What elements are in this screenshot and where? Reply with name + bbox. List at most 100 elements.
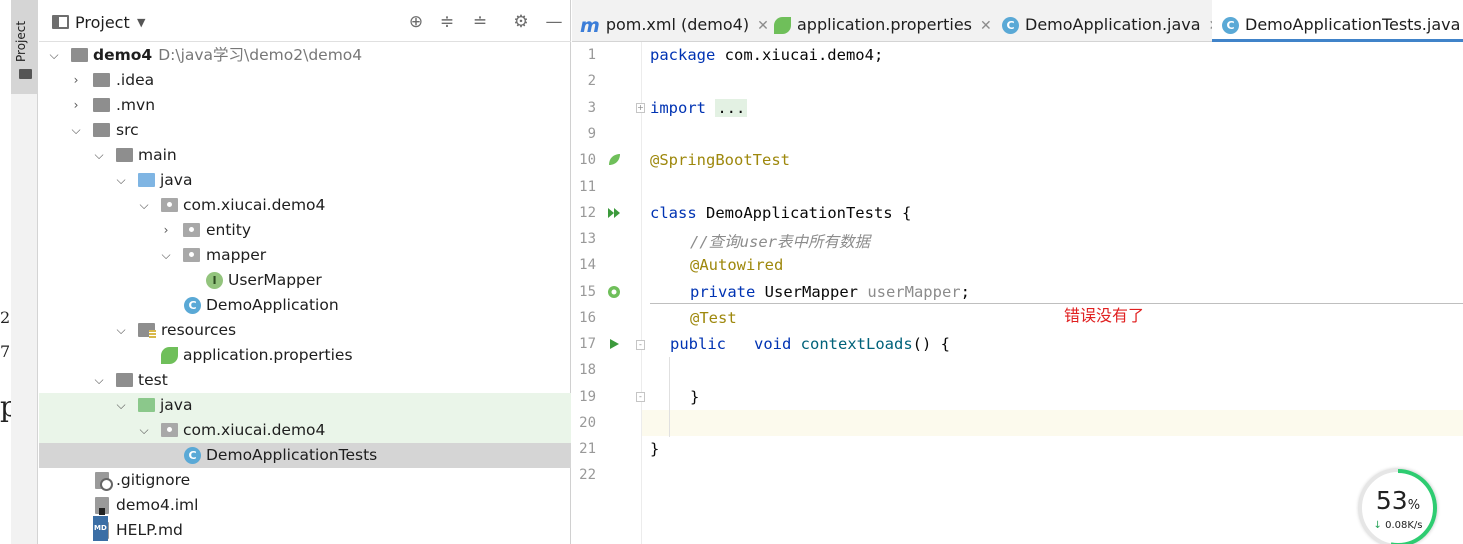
chevron-down-icon[interactable]: ⌵ xyxy=(114,393,128,418)
folded-imports[interactable]: ... xyxy=(715,99,748,117)
tree-item-demo4[interactable]: ⌵ demo4 D:\java学习\demo2\demo4 xyxy=(39,43,571,68)
folder-icon xyxy=(19,69,32,79)
chevron-down-icon[interactable]: ⌵ xyxy=(47,43,61,68)
close-icon[interactable]: ✕ xyxy=(757,18,769,34)
chevron-right-icon[interactable]: › xyxy=(159,218,173,243)
tree-item-application-properties[interactable]: application.properties xyxy=(39,343,571,368)
code-line-1[interactable]: package com.xiucai.demo4; xyxy=(650,46,883,64)
chevron-down-icon[interactable]: ⌵ xyxy=(92,143,106,168)
code-line-19[interactable]: } xyxy=(690,388,699,406)
tree-item-label: application.properties xyxy=(183,346,353,364)
chevron-down-icon[interactable]: ⌵ xyxy=(92,368,106,393)
minimize-icon[interactable]: — xyxy=(544,12,564,32)
project-panel: Project ▼ ⊕ ≑ ≐ ⚙ — ⌵ demo4 D:\java学习\dem… xyxy=(39,0,571,544)
code-text: UserMapper xyxy=(755,283,868,301)
line-number: 10 xyxy=(579,152,596,168)
chevron-down-icon[interactable]: ⌵ xyxy=(114,168,128,193)
tree-item-help-md[interactable]: HELP.md xyxy=(39,516,571,543)
tree-item-label: test xyxy=(138,371,168,389)
package-icon xyxy=(183,248,200,262)
source-folder-icon xyxy=(138,173,155,187)
chevron-down-icon[interactable]: ⌵ xyxy=(114,318,128,343)
expand-all-icon[interactable]: ≑ xyxy=(437,12,457,32)
tree-item-test[interactable]: ⌵ test xyxy=(39,368,571,393)
code-keyword: void xyxy=(754,335,792,353)
code-line-16[interactable]: @Test xyxy=(690,309,737,327)
code-line-15[interactable]: private UserMapper userMapper; xyxy=(690,283,970,301)
tree-item-label: demo4.iml xyxy=(116,496,199,514)
chevron-right-icon[interactable]: › xyxy=(69,93,83,118)
editor-gutter: 1 2 3 9 10 11 12 13 14 15 16 17 18 19 20… xyxy=(572,42,645,544)
tree-item-label: UserMapper xyxy=(228,271,322,289)
line-number: 1 xyxy=(587,47,596,63)
tree-item-main-java[interactable]: ⌵ java xyxy=(39,168,571,193)
fold-marker-icon[interactable]: - xyxy=(636,340,645,350)
tool-window-stripe: Project xyxy=(11,0,38,544)
tab-demoapplication[interactable]: CDemoApplication.java✕ xyxy=(1002,0,1220,42)
tab-demoapplicationtests[interactable]: C DemoApplicationTests.java xyxy=(1212,0,1463,42)
autowired-bean-icon[interactable] xyxy=(607,285,621,299)
code-line-10[interactable]: @SpringBootTest xyxy=(650,151,790,169)
chevron-down-icon[interactable]: ⌵ xyxy=(159,243,173,268)
tree-item-mapper[interactable]: ⌵ mapper xyxy=(39,243,571,268)
close-icon[interactable]: ✕ xyxy=(980,18,992,34)
tree-item-label: com.xiucai.demo4 xyxy=(183,196,326,214)
line-number: 18 xyxy=(579,362,596,378)
spring-bean-icon[interactable] xyxy=(607,153,621,167)
chevron-down-icon[interactable]: ⌵ xyxy=(69,118,83,143)
locate-icon[interactable]: ⊕ xyxy=(406,12,426,32)
error-fixed-annotation: 错误没有了 xyxy=(1064,306,1145,325)
fold-marker-icon[interactable]: - xyxy=(636,392,645,402)
tree-item-demo4-iml[interactable]: demo4.iml xyxy=(39,493,571,518)
line-number: 16 xyxy=(579,310,596,326)
line-number: 21 xyxy=(579,441,596,457)
markdown-file-icon xyxy=(93,516,109,541)
test-folder-icon xyxy=(138,398,155,412)
tree-item-label: .idea xyxy=(116,71,155,89)
spring-properties-icon xyxy=(774,17,791,34)
code-line-21[interactable]: } xyxy=(650,440,659,458)
tree-item-src[interactable]: ⌵ src xyxy=(39,118,571,143)
tree-item-main-package[interactable]: ⌵ com.xiucai.demo4 xyxy=(39,193,571,218)
code-line-17[interactable]: public void contextLoads() { xyxy=(670,335,950,353)
tab-pom-xml[interactable]: m pom.xml (demo4) ✕ xyxy=(580,0,770,42)
fold-marker-icon[interactable]: + xyxy=(636,103,645,113)
code-line-13[interactable]: //查询user表中所有数据 xyxy=(690,230,870,252)
collapse-all-icon[interactable]: ≐ xyxy=(470,12,490,32)
tree-item-mvn[interactable]: › .mvn xyxy=(39,93,571,118)
percent-sign: % xyxy=(1407,498,1421,513)
network-speed-widget[interactable]: 53% ↓ 0.08K/s xyxy=(1358,468,1438,544)
code-line-12[interactable]: class DemoApplicationTests { xyxy=(650,204,911,222)
chevron-down-icon[interactable]: ⌵ xyxy=(137,418,151,443)
project-title[interactable]: Project xyxy=(75,13,130,32)
editor: m pom.xml (demo4) ✕ application.properties… xyxy=(572,0,1463,544)
tree-item-main[interactable]: ⌵ main xyxy=(39,143,571,168)
tree-item-resources[interactable]: ⌵ resources xyxy=(39,318,571,343)
tree-item-demoapplicationtests[interactable]: C DemoApplicationTests xyxy=(39,443,571,468)
run-icon[interactable] xyxy=(607,337,621,351)
tab-application-properties[interactable]: application.properties ✕ xyxy=(774,0,992,42)
net-speed-value: ↓ 0.08K/s xyxy=(1362,520,1434,531)
download-arrow-icon: ↓ xyxy=(1373,520,1382,531)
code-line-14[interactable]: @Autowired xyxy=(690,256,783,274)
speed-text: 0.08K/s xyxy=(1385,520,1423,531)
tab-label: pom.xml (demo4) xyxy=(605,15,750,34)
tree-item-gitignore[interactable]: .gitignore xyxy=(39,468,571,493)
tree-item-entity[interactable]: › entity xyxy=(39,218,571,243)
chevron-down-icon[interactable]: ⌵ xyxy=(137,193,151,218)
tree-item-usermapper[interactable]: I UserMapper xyxy=(39,268,571,293)
tree-item-label: DemoApplication xyxy=(206,296,339,314)
tree-item-idea[interactable]: › .idea xyxy=(39,68,571,93)
tree-item-test-java[interactable]: ⌵ java xyxy=(39,393,571,418)
chevron-down-icon[interactable]: ▼ xyxy=(137,16,145,29)
folder-icon xyxy=(93,123,110,137)
code-line-3[interactable]: import ... xyxy=(650,99,748,117)
run-all-icon[interactable] xyxy=(607,206,621,220)
code-keyword: private xyxy=(690,283,756,301)
tree-item-test-package[interactable]: ⌵ com.xiucai.demo4 xyxy=(39,418,571,443)
chevron-right-icon[interactable]: › xyxy=(69,68,83,93)
tree-item-demoapplication[interactable]: C DemoApplication xyxy=(39,293,571,318)
code-keyword: import xyxy=(650,99,706,117)
gear-icon[interactable]: ⚙ xyxy=(511,12,531,32)
project-stripe-button[interactable]: Project xyxy=(11,0,38,94)
